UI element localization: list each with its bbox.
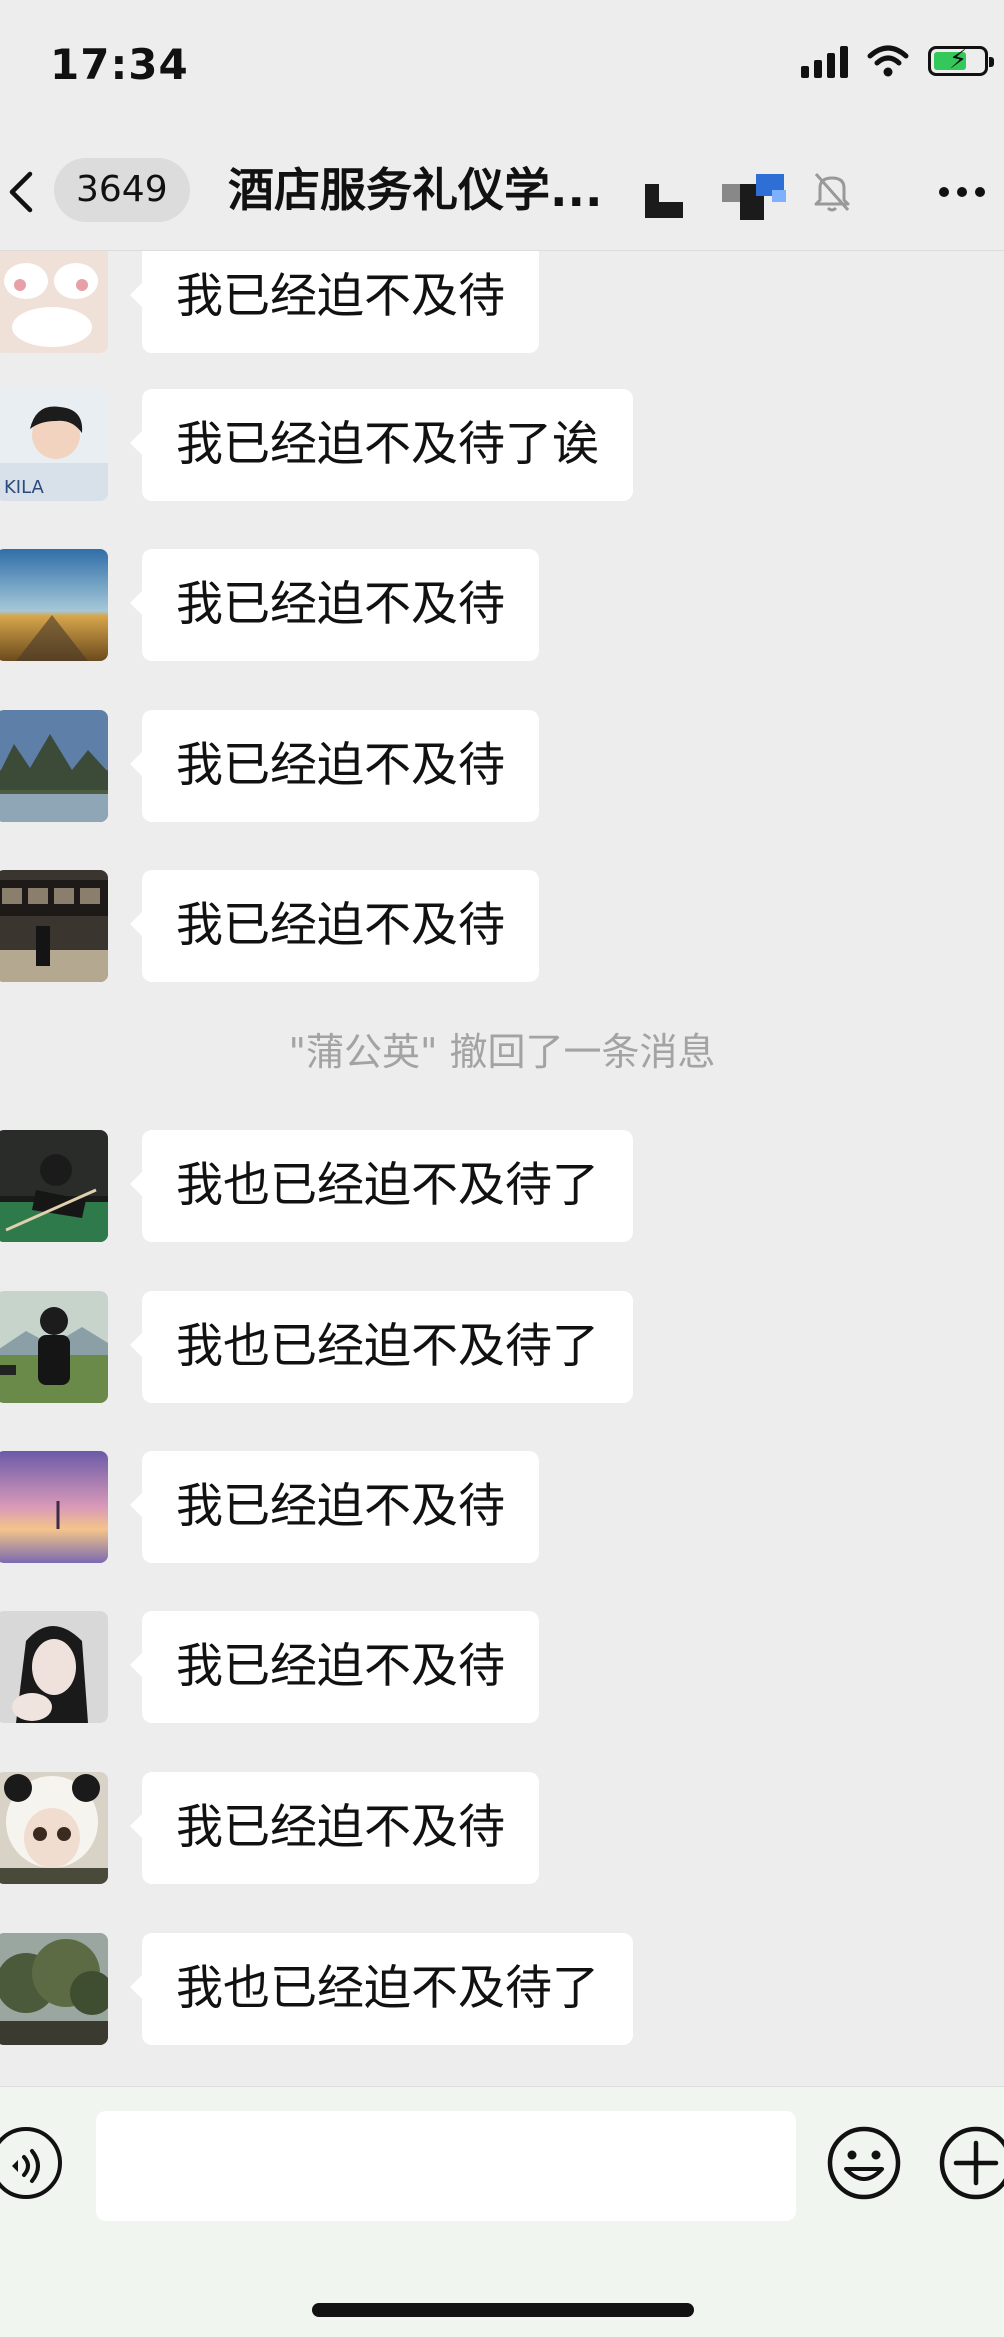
sunset-road-avatar[interactable]: [0, 549, 108, 661]
unread-count-badge[interactable]: 3649: [54, 158, 190, 222]
purple-sunset-avatar[interactable]: [0, 1451, 108, 1563]
chat-title[interactable]: 酒店服务礼仪学...: [228, 160, 602, 220]
chat-header: 3649 酒店服务礼仪学...: [0, 140, 1004, 251]
back-arrow-icon: [9, 171, 33, 213]
message-bubble[interactable]: 我已经迫不及待: [130, 549, 539, 661]
message-bubble[interactable]: 我已经迫不及待: [130, 1772, 539, 1884]
voice-icon: [12, 2149, 40, 2183]
message-input[interactable]: [96, 2111, 796, 2221]
home-indicator[interactable]: [312, 2303, 694, 2317]
person-in-field-avatar[interactable]: [0, 1291, 108, 1403]
mountain-lake-avatar[interactable]: [0, 710, 108, 822]
message-bubble[interactable]: 我已经迫不及待: [130, 1611, 539, 1723]
emoji-icon: [827, 2126, 901, 2200]
wifi-icon: [867, 45, 909, 77]
billiards-avatar[interactable]: [0, 1130, 108, 1242]
svg-text:KILA: KILA: [4, 477, 45, 498]
cat-paw-avatar[interactable]: [0, 251, 108, 353]
more-actions-button[interactable]: [938, 2125, 1004, 2201]
signal-icon: [801, 44, 848, 78]
pixelated-mark: [645, 184, 683, 218]
battery-icon: ⚡: [928, 45, 994, 76]
message-bubble[interactable]: 我已经迫不及待: [130, 251, 539, 353]
plus-icon: [939, 2126, 1004, 2200]
emoji-button[interactable]: [826, 2125, 902, 2201]
more-icon: [939, 187, 985, 197]
message-bubble[interactable]: 我也已经迫不及待了: [130, 1933, 633, 2045]
message-bubble[interactable]: 我也已经迫不及待了: [130, 1130, 633, 1242]
status-bar: 17:34 ⚡: [0, 0, 1004, 140]
message-bubble[interactable]: 我已经迫不及待了诶: [130, 389, 633, 501]
message-list[interactable]: 我已经迫不及待 KILA 我已经迫不及待了诶 我已经迫不及待 我已经迫不及待 我…: [0, 251, 1004, 2086]
message-bubble[interactable]: 我也已经迫不及待了: [130, 1291, 633, 1403]
input-bar: [0, 2086, 1004, 2337]
recall-notice: "蒲公英" 撤回了一条消息: [288, 1030, 716, 1074]
mute-bell-icon: [814, 173, 850, 212]
status-time: 17:34: [50, 40, 189, 89]
panda-hat-girl-avatar[interactable]: [0, 1772, 108, 1884]
status-icons: ⚡: [801, 44, 994, 78]
more-button[interactable]: [932, 172, 992, 212]
pixelated-mark: [722, 170, 792, 220]
back-button[interactable]: [0, 160, 52, 220]
voice-button[interactable]: [0, 2127, 62, 2199]
message-bubble[interactable]: 我已经迫不及待: [130, 870, 539, 982]
message-bubble[interactable]: 我已经迫不及待: [130, 710, 539, 822]
girl-selfie-avatar[interactable]: [0, 1611, 108, 1723]
tree-landscape-avatar[interactable]: [0, 1933, 108, 2045]
message-bubble[interactable]: 我已经迫不及待: [130, 1451, 539, 1563]
boy-portrait-avatar[interactable]: KILA: [0, 389, 108, 501]
train-platform-avatar[interactable]: [0, 870, 108, 982]
